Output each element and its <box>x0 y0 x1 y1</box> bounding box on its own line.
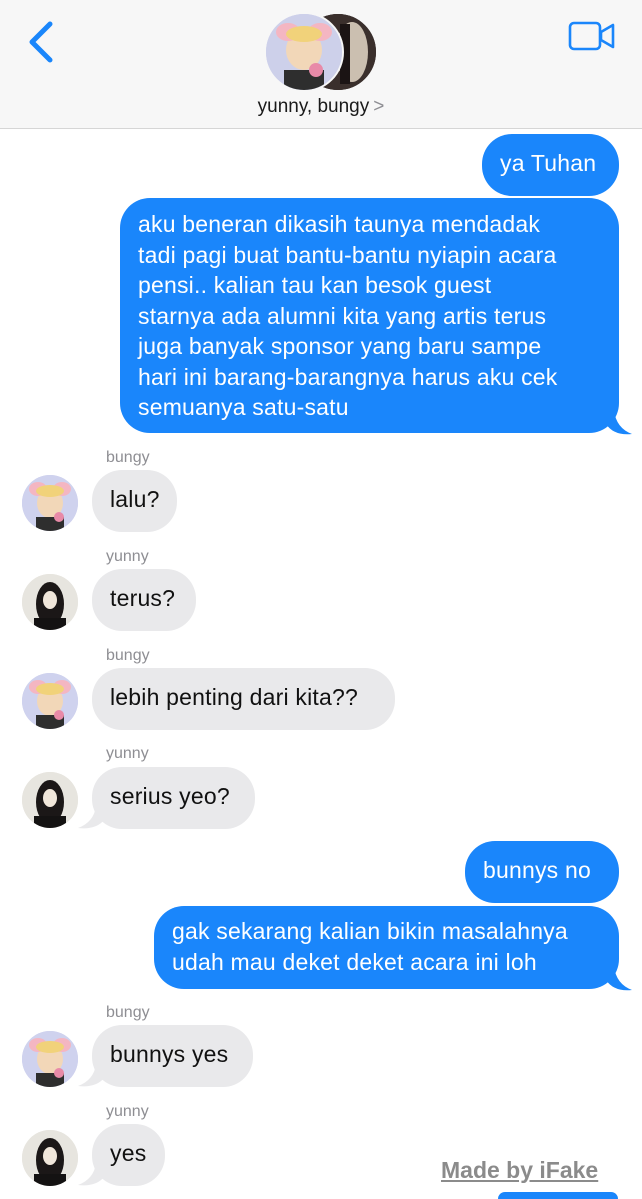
back-button[interactable] <box>22 18 62 66</box>
avatar-yunny[interactable] <box>22 1130 78 1186</box>
message-text: bunnys no <box>483 857 591 883</box>
message-text: ya Tuhan <box>500 150 597 176</box>
incoming-message[interactable]: lebih penting dari kita?? <box>92 668 395 730</box>
message-line: pensi.. kalian tau kan besok guest <box>138 272 492 298</box>
sender-name: yunny <box>106 1103 149 1120</box>
avatar-bungy[interactable] <box>22 673 78 729</box>
watermark: Made by iFake <box>441 1157 599 1183</box>
video-camera-icon <box>568 21 615 51</box>
group-name-label: yunny, bungy <box>257 96 370 117</box>
outgoing-message[interactable]: gak sekarang kalian bikin masalahnya uda… <box>154 906 619 989</box>
next-message-peek <box>498 1192 618 1199</box>
message-line: hari ini barang-barangnya harus aku cek <box>138 363 558 390</box>
message-line: gak sekarang kalian bikin masalahnya <box>172 918 568 944</box>
chevron-right-icon: > <box>373 96 385 117</box>
message-line: semuanya satu-satu <box>138 394 349 420</box>
bubble-tail <box>606 966 632 991</box>
message-text: serius yeo? <box>110 783 230 809</box>
avatar-bungy[interactable] <box>22 475 78 531</box>
video-call-button[interactable] <box>568 20 616 52</box>
incoming-message[interactable]: serius yeo? <box>92 767 255 829</box>
sender-name: yunny <box>106 745 149 762</box>
chevron-left-icon <box>29 21 53 63</box>
message-line: aku beneran dikasih taunya mendadak <box>138 211 541 237</box>
conversation-header: yunny, bungy > <box>0 0 642 129</box>
incoming-message[interactable]: bunnys yes <box>92 1025 253 1087</box>
avatar-yunny[interactable] <box>22 574 78 630</box>
group-name[interactable]: yunny, bungy > <box>0 96 642 118</box>
message-line: starnya ada alumni kita yang artis terus <box>138 302 547 329</box>
avatar-yunny[interactable] <box>22 772 78 828</box>
sender-name: bungy <box>106 647 150 664</box>
message-text: lebih penting dari kita?? <box>110 684 358 710</box>
group-avatar-stack[interactable] <box>264 12 380 92</box>
bubble-tail <box>606 410 632 435</box>
bubble-tail <box>78 1163 104 1186</box>
outgoing-message[interactable]: aku beneran dikasih taunya mendadak tadi… <box>120 198 619 433</box>
incoming-message[interactable]: terus? <box>92 569 196 631</box>
message-line: juga banyak sponsor yang baru sampe <box>138 333 542 359</box>
sender-name: bungy <box>106 1004 150 1021</box>
avatar-bungy[interactable] <box>22 1031 78 1087</box>
message-text: bunnys yes <box>110 1041 229 1067</box>
outgoing-message[interactable]: bunnys no <box>465 841 619 903</box>
message-line: udah mau deket deket acara ini loh <box>172 948 537 975</box>
avatar-bungy <box>264 12 344 92</box>
sender-name: yunny <box>106 548 149 565</box>
outgoing-message[interactable]: ya Tuhan <box>482 134 619 196</box>
message-line: tadi pagi buat bantu-bantu nyiapin acara <box>138 241 557 268</box>
message-text: yes <box>110 1140 147 1166</box>
message-text: lalu? <box>110 486 160 512</box>
bubble-tail <box>78 806 104 829</box>
incoming-message[interactable]: lalu? <box>92 470 177 532</box>
message-text: terus? <box>110 585 176 611</box>
sender-name: bungy <box>106 449 150 466</box>
bubble-tail <box>78 1064 104 1087</box>
